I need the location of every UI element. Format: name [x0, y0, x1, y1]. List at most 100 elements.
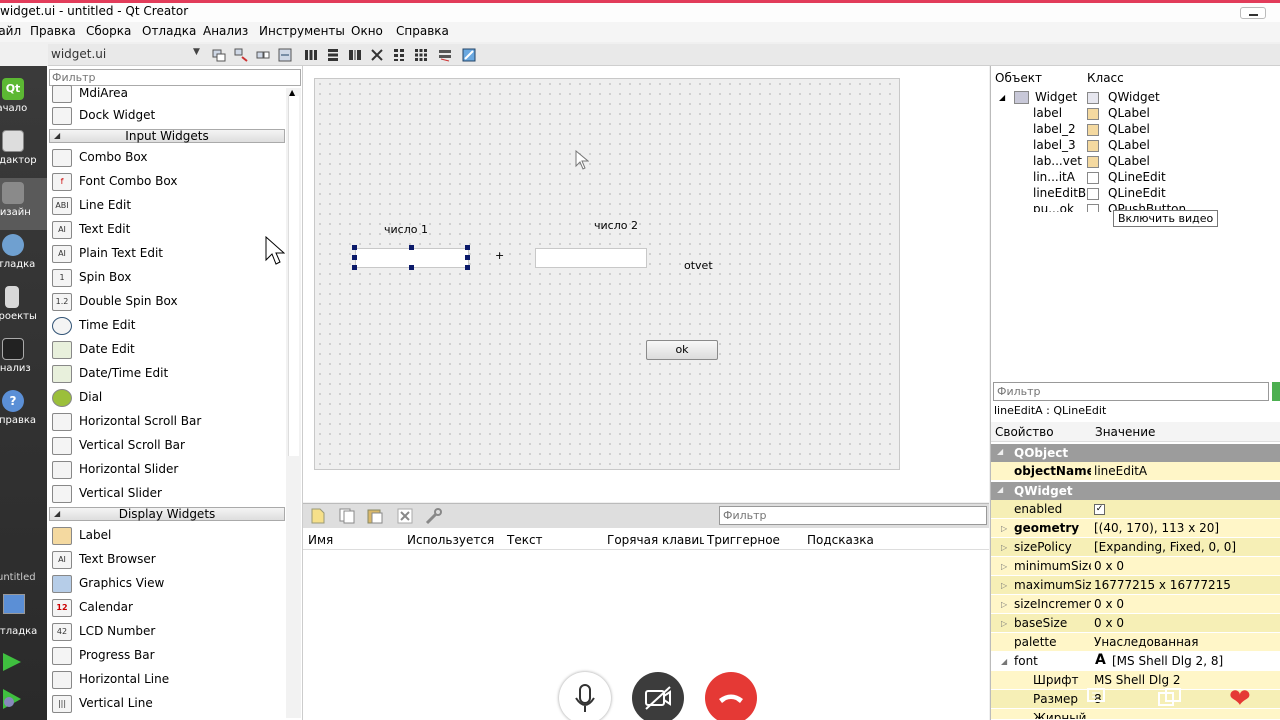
widget-box-scrollbar[interactable]: ▲ [286, 88, 301, 718]
delete-icon[interactable] [397, 508, 413, 524]
widget-item-date-time-edit[interactable]: Date/Time Edit [49, 362, 279, 386]
edit-buddies-icon[interactable] [256, 48, 270, 62]
widget-item-vertical-slider[interactable]: Vertical Slider [49, 482, 279, 506]
column-text[interactable]: Текст [507, 533, 543, 547]
prop-geometry[interactable]: ▷ geometry [(40, 170), 113 x 20] [991, 519, 1280, 538]
group-qwidget[interactable]: QWidget [991, 482, 1280, 500]
column-name[interactable]: Имя [308, 533, 333, 547]
camera-button[interactable] [632, 672, 684, 720]
layout-form-icon[interactable] [392, 48, 406, 62]
widget-item-dial[interactable]: Dial [49, 386, 279, 410]
prop-size-increment[interactable]: ▷ sizeIncrement 0 x 0 [991, 595, 1280, 614]
tree-row-widget[interactable]: ◢ Widget QWidget [991, 90, 1280, 106]
new-action-icon[interactable] [311, 508, 325, 524]
column-value[interactable]: Значение [1095, 425, 1155, 439]
selection-handle[interactable] [352, 265, 357, 270]
layout-horizontal-icon[interactable] [304, 48, 318, 62]
kit-selector-icon[interactable] [3, 594, 25, 614]
menu-analyze[interactable]: Анализ [203, 24, 248, 38]
ok-button[interactable]: ok [646, 340, 718, 360]
category-display-widgets[interactable]: Display Widgets [49, 507, 285, 521]
selection-handle[interactable] [409, 245, 414, 250]
widget-item-plain-text-edit[interactable]: AI Plain Text Edit [49, 242, 279, 266]
tree-row-line-edit-a[interactable]: lin...itA QLineEdit [991, 170, 1280, 186]
break-layout-icon[interactable] [438, 48, 452, 62]
selection-handle[interactable] [352, 255, 357, 260]
scrollbar-thumb[interactable] [288, 96, 299, 456]
widget-item-label[interactable]: Label [49, 524, 279, 548]
hang-up-button[interactable] [705, 672, 757, 720]
plus-label[interactable]: + [495, 249, 504, 262]
selection-handle[interactable] [409, 265, 414, 270]
chevron-down-icon[interactable]: ▼ [193, 47, 200, 57]
column-class[interactable]: Класс [1087, 71, 1124, 85]
column-object[interactable]: Объект [995, 71, 1042, 85]
widget-item-spin-box[interactable]: 1 Spin Box [49, 266, 279, 290]
layout-splitter-horizontal-icon[interactable] [348, 48, 362, 62]
prop-base-size[interactable]: ▷ baseSize 0 x 0 [991, 614, 1280, 633]
widget-item-horizontal-slider[interactable]: Horizontal Slider [49, 458, 279, 482]
tree-row-line-edit-b[interactable]: lineEditB QLineEdit [991, 186, 1280, 202]
label-number-2[interactable]: число 2 [594, 219, 638, 232]
collapse-icon[interactable]: ◢ [999, 93, 1005, 102]
widget-item-combo-box[interactable]: Combo Box [49, 146, 279, 170]
run-icon[interactable] [1, 652, 23, 672]
heart-icon[interactable]: ❤ [1229, 684, 1251, 714]
widget-item-progress-bar[interactable]: Progress Bar [49, 644, 279, 668]
prop-minimum-size[interactable]: ▷ minimumSize 0 x 0 [991, 557, 1280, 576]
widget-item-horizontal-line[interactable]: Horizontal Line [49, 668, 279, 692]
widget-item-vertical-scroll-bar[interactable]: Vertical Scroll Bar [49, 434, 279, 458]
form-widget[interactable]: число 1 + число 2 otvet ok [314, 78, 900, 470]
mode-design[interactable]: Дизайн [0, 178, 47, 230]
menu-help[interactable]: Справка [396, 24, 449, 38]
adjust-size-icon[interactable] [462, 48, 476, 62]
tree-row-label-2[interactable]: label_2 QLabel [991, 122, 1280, 138]
layout-grid-icon[interactable] [414, 48, 428, 62]
paste-icon[interactable] [367, 508, 383, 524]
widget-item-line-edit[interactable]: ABI Line Edit [49, 194, 279, 218]
widget-item-text-edit[interactable]: AI Text Edit [49, 218, 279, 242]
group-qobject[interactable]: QObject [991, 444, 1280, 462]
prop-size-policy[interactable]: ▷ sizePolicy [Expanding, Fixed, 0, 0] [991, 538, 1280, 557]
edit-widgets-icon[interactable] [212, 48, 226, 62]
widget-item-dock-widget[interactable]: Dock Widget [49, 104, 279, 128]
column-property[interactable]: Свойство [995, 425, 1054, 439]
column-tooltip[interactable]: Подсказка [807, 533, 874, 547]
widget-item-text-browser[interactable]: AI Text Browser [49, 548, 279, 572]
open-document-selector[interactable]: widget.ui [51, 47, 106, 61]
tree-row-label-otvet[interactable]: lab...vet QLabel [991, 154, 1280, 170]
debug-run-icon[interactable] [1, 688, 23, 710]
mode-analyze[interactable]: Анализ [0, 334, 47, 386]
selection-handle[interactable] [465, 265, 470, 270]
prop-object-name[interactable]: objectName lineEditA [991, 462, 1280, 481]
mode-help[interactable]: ? Справка [0, 386, 47, 438]
widget-item-time-edit[interactable]: Time Edit [49, 314, 279, 338]
label-number-1[interactable]: число 1 [384, 223, 428, 236]
mode-edit[interactable]: Редактор [0, 126, 47, 178]
action-filter-input[interactable] [719, 506, 987, 525]
widget-item-mdi-area[interactable]: MdiArea [49, 82, 279, 106]
menu-file[interactable]: Файл [0, 24, 21, 38]
widget-item-horizontal-scroll-bar[interactable]: Horizontal Scroll Bar [49, 410, 279, 434]
widget-item-date-edit[interactable]: Date Edit [49, 338, 279, 362]
prop-enabled[interactable]: enabled ✓ [991, 500, 1280, 519]
tree-row-label-3[interactable]: label_3 QLabel [991, 138, 1280, 154]
chat-icon[interactable] [1087, 688, 1107, 706]
add-dynamic-property-button[interactable] [1272, 382, 1280, 401]
screen-share-icon[interactable] [1158, 688, 1182, 708]
widget-item-vertical-line[interactable]: ||| Vertical Line [49, 692, 279, 716]
answer-label[interactable]: otvet [684, 259, 713, 272]
column-used[interactable]: Используется [407, 533, 494, 547]
widget-item-font-combo-box[interactable]: f Font Combo Box [49, 170, 279, 194]
minimize-button[interactable] [1240, 7, 1266, 19]
prop-palette[interactable]: palette Унаследованная [991, 633, 1280, 652]
widget-item-double-spin-box[interactable]: 1.2 Double Spin Box [49, 290, 279, 314]
mode-welcome[interactable]: Qt Начало [0, 74, 47, 126]
menu-build[interactable]: Сборка [86, 24, 131, 38]
mode-debug[interactable]: Отладка [0, 230, 47, 282]
enabled-checkbox[interactable]: ✓ [1094, 504, 1105, 515]
copy-icon[interactable] [339, 508, 355, 524]
category-input-widgets[interactable]: Input Widgets [49, 129, 285, 143]
widget-item-lcd-number[interactable]: 42 LCD Number [49, 620, 279, 644]
menu-window[interactable]: Окно [351, 24, 383, 38]
